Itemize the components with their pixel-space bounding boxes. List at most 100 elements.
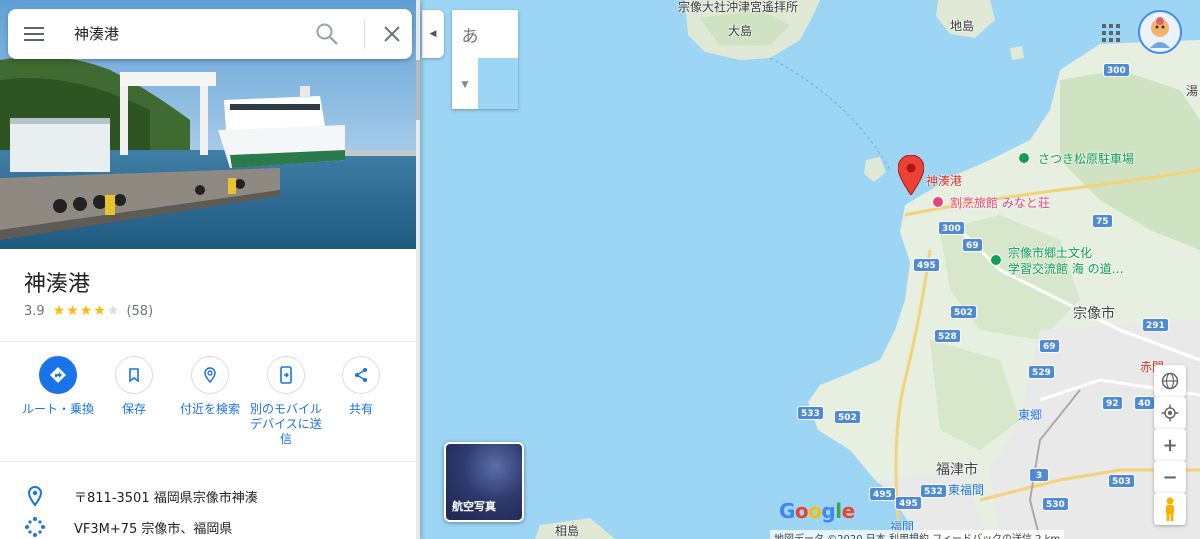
map-label-jinoshima[interactable]: 地島: [950, 17, 974, 34]
collapse-panel-button[interactable]: ◀: [422, 10, 444, 58]
search-box[interactable]: 神湊港: [8, 9, 412, 59]
minus-icon: −: [1162, 466, 1178, 488]
send-to-phone-label: 別のモバイルデバイスに送信: [249, 402, 322, 446]
address-row[interactable]: 〒811-3501 福岡県宗像市神湊: [0, 481, 416, 511]
plus-code-text: VF3M+75 宗像市、福岡県: [74, 522, 233, 537]
road-shield: 69: [962, 238, 983, 252]
map-label-museum-2[interactable]: 学習交流館 海 の道…: [1008, 260, 1124, 277]
road-shield: 528: [934, 329, 961, 343]
rating-stars-icon: ★★★★★: [52, 303, 121, 319]
parking-poi-icon[interactable]: [1018, 152, 1030, 164]
road-shield: 502: [834, 410, 861, 424]
satellite-toggle[interactable]: 航空写真: [444, 442, 524, 522]
ime-gap: [478, 58, 518, 109]
map-label-marker[interactable]: 神湊港: [926, 172, 962, 189]
road-shield: 92: [1102, 396, 1123, 410]
layers-globe-button[interactable]: [1154, 365, 1186, 397]
road-shield: 3: [1029, 468, 1049, 482]
map-label-satsuki[interactable]: さつき松原駐車場: [1038, 150, 1134, 167]
location-marker-icon[interactable]: [898, 155, 924, 195]
location-pin-icon: [27, 485, 43, 507]
lodging-poi-icon[interactable]: [932, 196, 944, 208]
account-avatar[interactable]: [1138, 10, 1182, 54]
divider: [0, 341, 416, 342]
pegman-icon: [1166, 497, 1174, 521]
street-view-pegman-button[interactable]: [1154, 493, 1186, 525]
satellite-label: 航空写真: [452, 500, 496, 513]
map-label-shrine[interactable]: 宗像大社沖津宮遙拝所: [678, 0, 798, 15]
road-shield: 533: [797, 406, 824, 420]
hamburger-menu-icon[interactable]: [22, 22, 46, 46]
maps-app: 宗像大社沖津宮遙拝所 大島 地島 神湊港 さつき松原駐車場 割烹旅館 みなと荘 …: [0, 0, 1200, 539]
share-icon: [342, 356, 380, 394]
map-label-topright[interactable]: 湯: [1186, 82, 1198, 99]
globe-icon: [1161, 372, 1179, 390]
road-shield: 69: [1039, 339, 1060, 353]
map-label-minatoso[interactable]: 割烹旅館 みなと荘: [950, 194, 1050, 211]
plus-code-row[interactable]: VF3M+75 宗像市、福岡県: [0, 512, 416, 539]
rating-value: 3.9: [24, 303, 45, 319]
map-label-museum-1[interactable]: 宗像市郷土文化: [1008, 244, 1092, 261]
send-to-phone-icon: [267, 356, 305, 394]
road-shield: 300: [1103, 63, 1130, 77]
road-shield: 530: [1042, 497, 1069, 511]
place-panel: 神湊港 神湊港 3.9 ★★★★★ (58) ルート・乗換 保存 付近を検索 別…: [0, 0, 420, 539]
road-shield: 495: [895, 496, 922, 510]
save-button[interactable]: 保存: [96, 356, 172, 417]
scrollbar-thumb[interactable]: [416, 60, 420, 120]
plus-code-icon: [25, 517, 45, 537]
address-text: 〒811-3501 福岡県宗像市神湊: [74, 491, 258, 506]
chevron-left-icon: ◀: [429, 29, 437, 39]
map-label-oshima[interactable]: 大島: [728, 22, 752, 39]
road-shield: 503: [1108, 474, 1135, 488]
map-label-fukutsu[interactable]: 福津市: [936, 459, 978, 479]
zoom-in-button[interactable]: +: [1154, 429, 1186, 461]
nearby-button[interactable]: 付近を検索: [172, 356, 248, 417]
google-logo: Google: [779, 499, 855, 523]
map-label-munakata[interactable]: 宗像市: [1073, 303, 1115, 323]
directions-icon: [39, 356, 77, 394]
search-input[interactable]: 神湊港: [74, 23, 119, 44]
road-shield: 495: [869, 487, 896, 501]
road-shield: 291: [1142, 318, 1169, 332]
my-location-button[interactable]: [1154, 397, 1186, 429]
road-shield: 529: [1028, 365, 1055, 379]
road-shield: 40: [1134, 396, 1155, 410]
bookmark-icon: [115, 356, 153, 394]
road-shield: 75: [1092, 214, 1113, 228]
share-label: 共有: [348, 402, 373, 416]
road-shield: 532: [920, 484, 947, 498]
map-attribution[interactable]: 地図データ ©2020 日本 利用規約 フィードバックの送信 2 km: [770, 530, 1065, 539]
close-icon[interactable]: [380, 22, 404, 46]
my-location-icon: [1161, 404, 1179, 422]
plus-icon: +: [1162, 434, 1178, 456]
map-label-aijima[interactable]: 相島: [555, 522, 579, 539]
road-shield: 495: [913, 258, 940, 272]
apps-grid-icon[interactable]: [1098, 20, 1124, 46]
museum-poi-icon[interactable]: [990, 254, 1002, 266]
place-rating[interactable]: 3.9 ★★★★★ (58): [24, 303, 153, 319]
search-icon[interactable]: [314, 21, 340, 47]
place-title: 神湊港: [24, 272, 91, 297]
save-label: 保存: [121, 402, 146, 416]
directions-button[interactable]: ルート・乗換: [20, 356, 96, 417]
share-button[interactable]: 共有: [323, 356, 399, 417]
search-divider: [364, 19, 365, 49]
ime-mode-button[interactable]: あ: [452, 10, 488, 58]
ime-widget[interactable]: あ ▼: [452, 10, 518, 109]
road-shield: 502: [950, 305, 977, 319]
avatar-image-icon: [1140, 12, 1180, 52]
action-buttons: ルート・乗換 保存 付近を検索 別のモバイルデバイスに送信 共有: [0, 356, 416, 456]
panel-scrollbar[interactable]: [416, 0, 420, 539]
nearby-icon: [191, 356, 229, 394]
divider: [0, 461, 416, 462]
map-label-togo[interactable]: 東郷: [1018, 406, 1042, 423]
nearby-label: 付近を検索: [179, 402, 240, 416]
directions-label: ルート・乗換: [21, 402, 94, 416]
review-count[interactable]: (58): [126, 304, 153, 319]
ime-dropdown-icon[interactable]: ▼: [452, 62, 478, 108]
map-label-higashifukuma[interactable]: 東福間: [948, 481, 984, 498]
zoom-out-button[interactable]: −: [1154, 461, 1186, 493]
send-to-phone-button[interactable]: 別のモバイルデバイスに送信: [248, 356, 324, 447]
road-shield: 300: [938, 221, 965, 235]
